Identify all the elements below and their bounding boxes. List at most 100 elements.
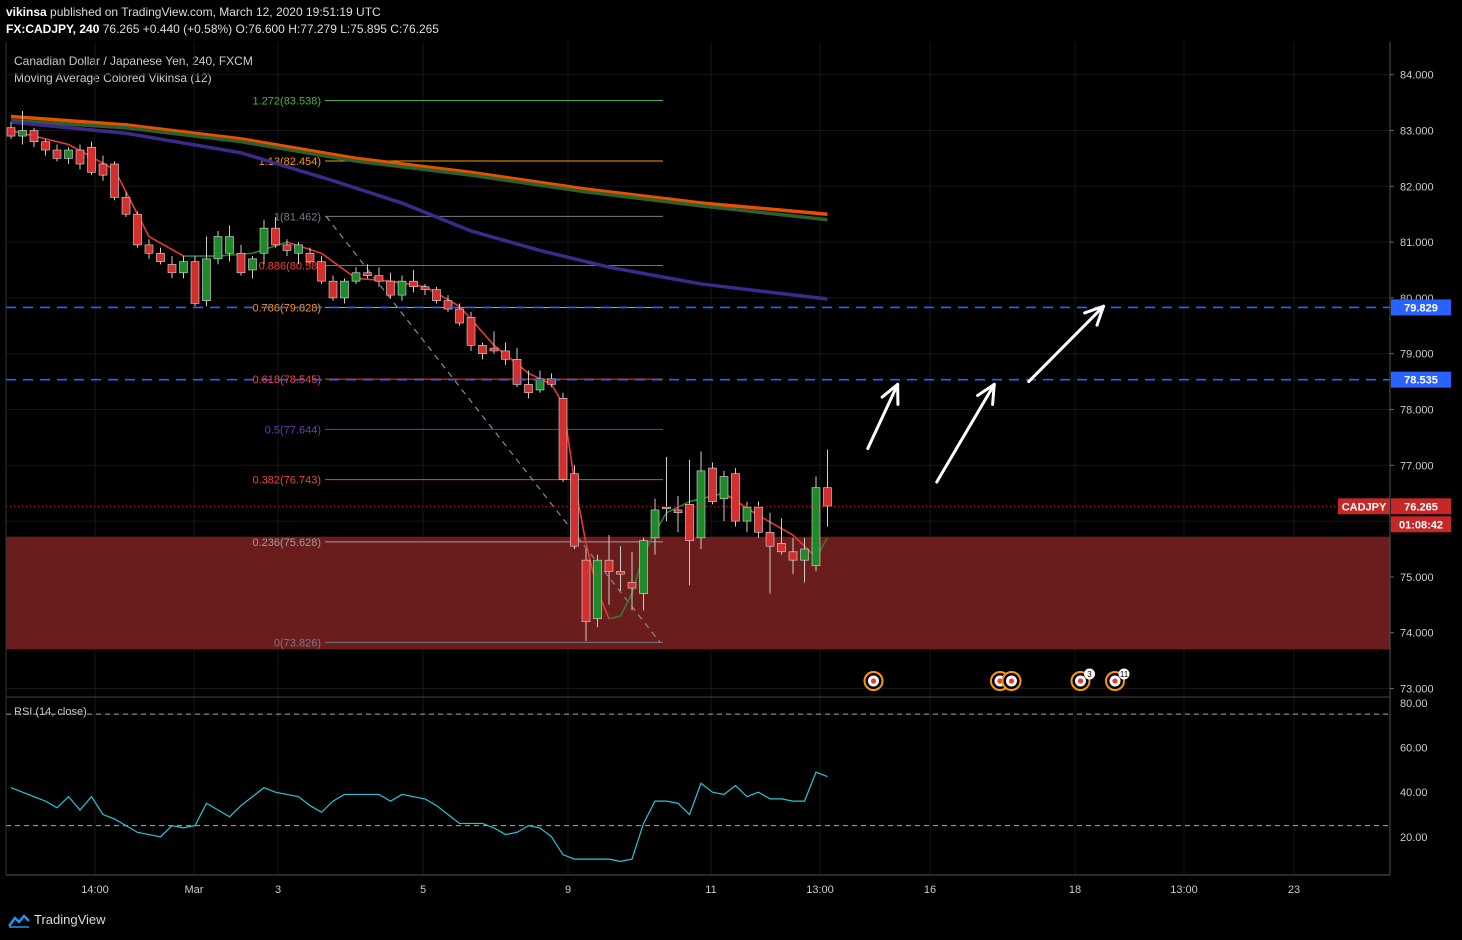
rsi-pane — [6, 696, 1390, 862]
price-tick-label: 75.000 — [1400, 572, 1434, 584]
fib-level-label: 0.382(76.743) — [253, 475, 322, 487]
time-tick-label: 13:00 — [806, 884, 834, 896]
candle-body — [777, 543, 786, 553]
candle-body — [41, 141, 50, 151]
time-tick-label: Mar — [185, 884, 204, 896]
candle-body — [397, 280, 407, 296]
colored-ma-segment — [252, 241, 288, 255]
rsi-tick-label: 40.00 — [1400, 787, 1428, 799]
candle-body — [156, 252, 165, 262]
candle-body — [501, 350, 510, 360]
colored-ma-segment — [458, 305, 495, 346]
candle-body — [466, 317, 476, 346]
event-marker-dot — [1077, 678, 1084, 684]
colored-ma-segment — [493, 344, 530, 374]
colored-ma-segment — [758, 514, 794, 536]
candle-body — [731, 473, 740, 522]
candle-body — [673, 509, 683, 514]
candle-body — [18, 130, 27, 137]
colored-ma-segment — [286, 241, 322, 255]
candle-body — [29, 130, 39, 142]
fib-level-label: 1(81.462) — [274, 211, 321, 223]
candle-body — [259, 227, 269, 254]
candle-body — [558, 398, 568, 480]
candle-body — [202, 258, 211, 301]
event-count-label: 11 — [1120, 670, 1129, 679]
colored-ma-segment — [424, 286, 460, 307]
fib-level-label: 0.236(75.628) — [253, 537, 322, 549]
candle-body — [144, 244, 154, 254]
candle-body — [363, 272, 372, 276]
grid — [6, 42, 1390, 875]
time-tick-label: 3 — [275, 884, 281, 896]
time-tick-label: 13:00 — [1170, 884, 1198, 896]
rsi-tick-label: 20.00 — [1400, 832, 1428, 844]
candle-body — [271, 227, 280, 246]
price-label-text: 76.265 — [1404, 501, 1438, 513]
candle-body — [512, 358, 522, 385]
price-chart[interactable]: 1.272(83.538)1.13(82.454)1(81.462)0.886(… — [0, 0, 1462, 904]
colored-ma-segment — [390, 280, 426, 288]
candle-body — [685, 504, 694, 541]
event-markers: 3 11 — [863, 668, 1130, 691]
price-label-text: 79.829 — [1404, 302, 1438, 314]
candle-body — [294, 244, 303, 254]
event-marker-dot — [870, 678, 877, 684]
candle-body — [64, 149, 73, 159]
fib-level-label: 0.786(79.828) — [253, 302, 322, 314]
arrow-head — [991, 382, 996, 406]
candle-body — [386, 280, 395, 296]
candle-body — [420, 286, 430, 290]
candle-body — [87, 146, 96, 173]
rsi-tick-label: 60.00 — [1400, 743, 1428, 755]
arrow-shaft — [935, 382, 996, 484]
candle-body — [478, 345, 487, 354]
candle-body — [75, 149, 85, 165]
candle-body — [742, 506, 752, 522]
fib-level-label: 0(73.826) — [274, 637, 321, 649]
price-tick-label: 78.000 — [1400, 405, 1434, 417]
price-label-text: 01:08:42 — [1399, 519, 1443, 531]
price-tick-label: 82.000 — [1400, 181, 1434, 193]
candle-body — [696, 470, 706, 539]
candle-body — [6, 127, 16, 137]
candle-body — [535, 378, 545, 391]
candle-body — [581, 559, 591, 622]
arrow-shaft — [1027, 304, 1105, 384]
candle-body — [455, 308, 464, 324]
fib-level-label: 1.272(83.538) — [253, 95, 322, 107]
candle-body — [765, 531, 775, 547]
arrow-shaft — [866, 382, 900, 451]
price-tick-label: 84.000 — [1400, 70, 1434, 82]
candle-body — [121, 197, 131, 215]
candle-body — [98, 163, 108, 176]
time-tick-label: 11 — [705, 884, 716, 896]
candle-body — [133, 213, 142, 246]
colored-ma-segment — [689, 492, 725, 503]
forecast-arrows — [866, 304, 1105, 484]
colored-ma-segment — [723, 492, 759, 517]
candle-body — [754, 506, 763, 533]
candle-body — [650, 509, 660, 539]
colored-ma-segment — [148, 235, 184, 257]
candle-body — [811, 487, 821, 567]
moving-average-line — [10, 114, 828, 216]
axes: 84.00083.00082.00081.00080.00079.00078.0… — [5, 42, 1451, 896]
tradingview-logo[interactable]: TradingView — [8, 912, 106, 928]
candle-body — [708, 467, 717, 502]
price-tick-label: 77.000 — [1400, 460, 1434, 472]
candle-body — [489, 347, 499, 352]
candle-body — [639, 540, 648, 594]
event-marker-dot — [1112, 678, 1118, 684]
event-count-label: 3 — [1087, 670, 1092, 679]
candle-body — [248, 258, 257, 271]
candle-body — [110, 163, 119, 198]
candle-body — [351, 272, 361, 282]
candle-body — [179, 261, 188, 274]
candle-body — [524, 384, 533, 394]
colored-ma-segment — [217, 252, 253, 257]
candle-body — [52, 149, 62, 159]
time-tick-label: 23 — [1288, 884, 1300, 896]
candle-body — [409, 280, 418, 288]
rsi-tick-label: 80.00 — [1400, 698, 1428, 710]
